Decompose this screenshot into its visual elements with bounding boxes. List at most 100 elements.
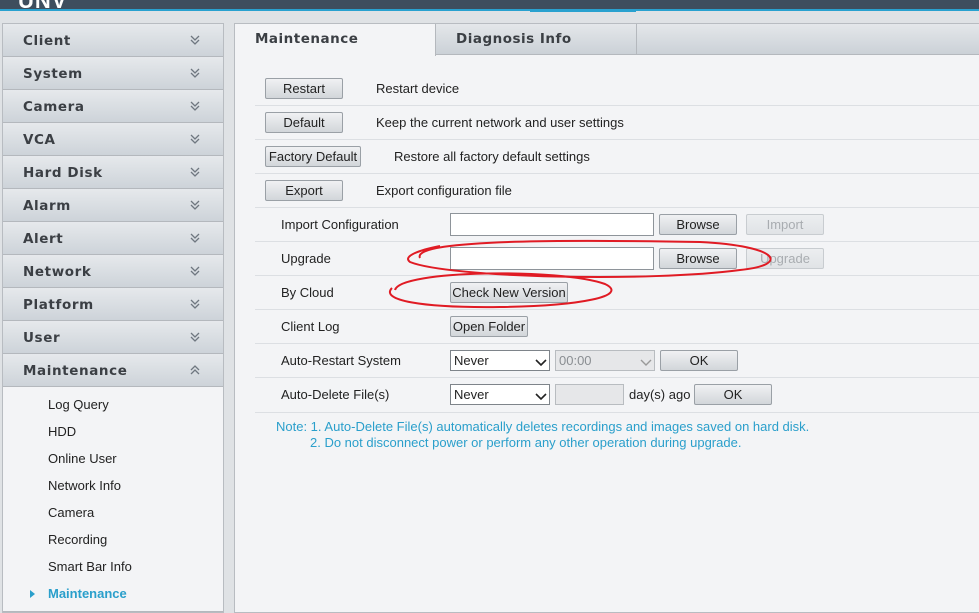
auto-delete-label: Auto-Delete File(s) [281,387,390,402]
tab-diagnosis-info[interactable]: Diagnosis Info [436,24,637,55]
note-line-1: Note: 1. Auto-Delete File(s) automatical… [276,419,810,434]
sidebar-menu-platform[interactable]: Platform [3,288,223,321]
sidebar-item-camera[interactable]: Camera [3,499,223,526]
sidebar: Client System Camera VCA Hard Disk Alarm… [2,23,224,613]
restart-description: Restart device [376,81,460,96]
menu-label: System [23,66,83,82]
tab-bar: Maintenance Diagnosis Info [235,24,979,56]
import-browse-button[interactable]: Browse [659,214,737,235]
sidebar-menu-vca[interactable]: VCA [3,123,223,156]
upgrade-browse-button[interactable]: Browse [659,248,737,269]
open-folder-button[interactable]: Open Folder [450,316,528,337]
divider [255,412,979,413]
top-header-bar: UNV [0,0,979,13]
sub-item-label: Recording [48,532,108,547]
note-line-2: 2. Do not disconnect power or perform an… [310,435,742,450]
note-text: Note: 1. Auto-Delete File(s) automatical… [276,419,809,451]
menu-label: Camera [23,99,85,115]
restart-row: Restart Restart device [255,72,979,106]
menu-label: Alarm [23,198,71,214]
auto-restart-time-select[interactable]: 00:00 [555,350,655,371]
double-chevron-down-icon [189,232,201,244]
by-cloud-label: By Cloud [281,285,334,300]
sub-item-label: Camera [48,505,95,520]
factory-default-row: Factory Default Restore all factory defa… [255,140,979,174]
select-value: 00:00 [559,353,592,368]
upgrade-button[interactable]: Upgrade [746,248,824,269]
double-chevron-up-icon [189,364,201,376]
sidebar-menu-alarm[interactable]: Alarm [3,189,223,222]
export-button[interactable]: Export [265,180,343,201]
auto-delete-days-field[interactable] [555,384,624,405]
sub-item-label: HDD [48,424,77,439]
sidebar-menu-hard-disk[interactable]: Hard Disk [3,156,223,189]
sidebar-menu-user[interactable]: User [3,321,223,354]
double-chevron-down-icon [189,199,201,211]
import-config-label: Import Configuration [281,217,399,232]
import-config-row: Import Configuration Browse Import [255,208,979,242]
sidebar-menu-system[interactable]: System [3,57,223,90]
active-arrow-icon [30,590,35,598]
brand-logo: UNV [18,0,68,13]
sidebar-menu-client[interactable]: Client [3,24,223,57]
default-description: Keep the current network and user settin… [376,115,624,130]
double-chevron-down-icon [189,166,201,178]
factory-default-button[interactable]: Factory Default [265,146,361,167]
sub-item-label: Online User [48,451,117,466]
factory-default-description: Restore all factory default settings [394,149,590,164]
check-new-version-button[interactable]: Check New Version [450,282,568,303]
sidebar-item-online-user[interactable]: Online User [3,445,223,472]
sidebar-menu-alert[interactable]: Alert [3,222,223,255]
by-cloud-row: By Cloud Check New Version [255,276,979,310]
sidebar-menu-maintenance[interactable]: Maintenance [3,354,223,387]
upgrade-label: Upgrade [281,251,331,266]
maintenance-submenu: Log Query HDD Online User Network Info C… [3,387,223,612]
tab-maintenance[interactable]: Maintenance [235,24,436,56]
upgrade-row: Upgrade Browse Upgrade [255,242,979,276]
upgrade-file-field[interactable] [450,247,654,270]
active-nav-indicator [530,9,636,12]
menu-label: Platform [23,297,94,313]
double-chevron-down-icon [189,100,201,112]
auto-delete-mode-select[interactable]: Never [450,384,550,405]
default-button[interactable]: Default [265,112,343,133]
sidebar-item-network-info[interactable]: Network Info [3,472,223,499]
client-log-row: Client Log Open Folder [255,310,979,344]
auto-restart-row: Auto-Restart System Never 00:00 OK [255,344,979,378]
client-log-label: Client Log [281,319,340,334]
days-ago-label: day(s) ago [629,387,691,402]
sidebar-menu-camera[interactable]: Camera [3,90,223,123]
select-value: Never [454,387,489,402]
default-row: Default Keep the current network and use… [255,106,979,140]
sidebar-item-log-query[interactable]: Log Query [3,391,223,418]
menu-label: Network [23,264,92,280]
double-chevron-down-icon [189,265,201,277]
export-description: Export configuration file [376,183,512,198]
menu-label: Client [23,33,71,49]
export-row: Export Export configuration file [255,174,979,208]
sidebar-item-smart-bar-info[interactable]: Smart Bar Info [3,553,223,580]
sub-item-label: Log Query [48,397,109,412]
double-chevron-down-icon [189,133,201,145]
double-chevron-down-icon [189,34,201,46]
auto-delete-ok-button[interactable]: OK [694,384,772,405]
import-button[interactable]: Import [746,214,824,235]
import-config-file-field[interactable] [450,213,654,236]
sidebar-menu-network[interactable]: Network [3,255,223,288]
auto-restart-ok-button[interactable]: OK [660,350,738,371]
restart-button[interactable]: Restart [265,78,343,99]
select-value: Never [454,353,489,368]
chevron-down-icon [535,388,547,401]
auto-restart-mode-select[interactable]: Never [450,350,550,371]
sidebar-item-hdd[interactable]: HDD [3,418,223,445]
auto-delete-row: Auto-Delete File(s) Never day(s) ago OK [255,378,979,412]
double-chevron-down-icon [189,298,201,310]
sub-item-label: Maintenance [48,586,127,601]
menu-label: Maintenance [23,363,128,379]
chevron-down-icon [535,354,547,367]
sidebar-item-maintenance[interactable]: Maintenance [3,580,223,607]
menu-label: Alert [23,231,64,247]
sidebar-item-recording[interactable]: Recording [3,526,223,553]
sub-item-label: Smart Bar Info [48,559,132,574]
menu-label: Hard Disk [23,165,103,181]
